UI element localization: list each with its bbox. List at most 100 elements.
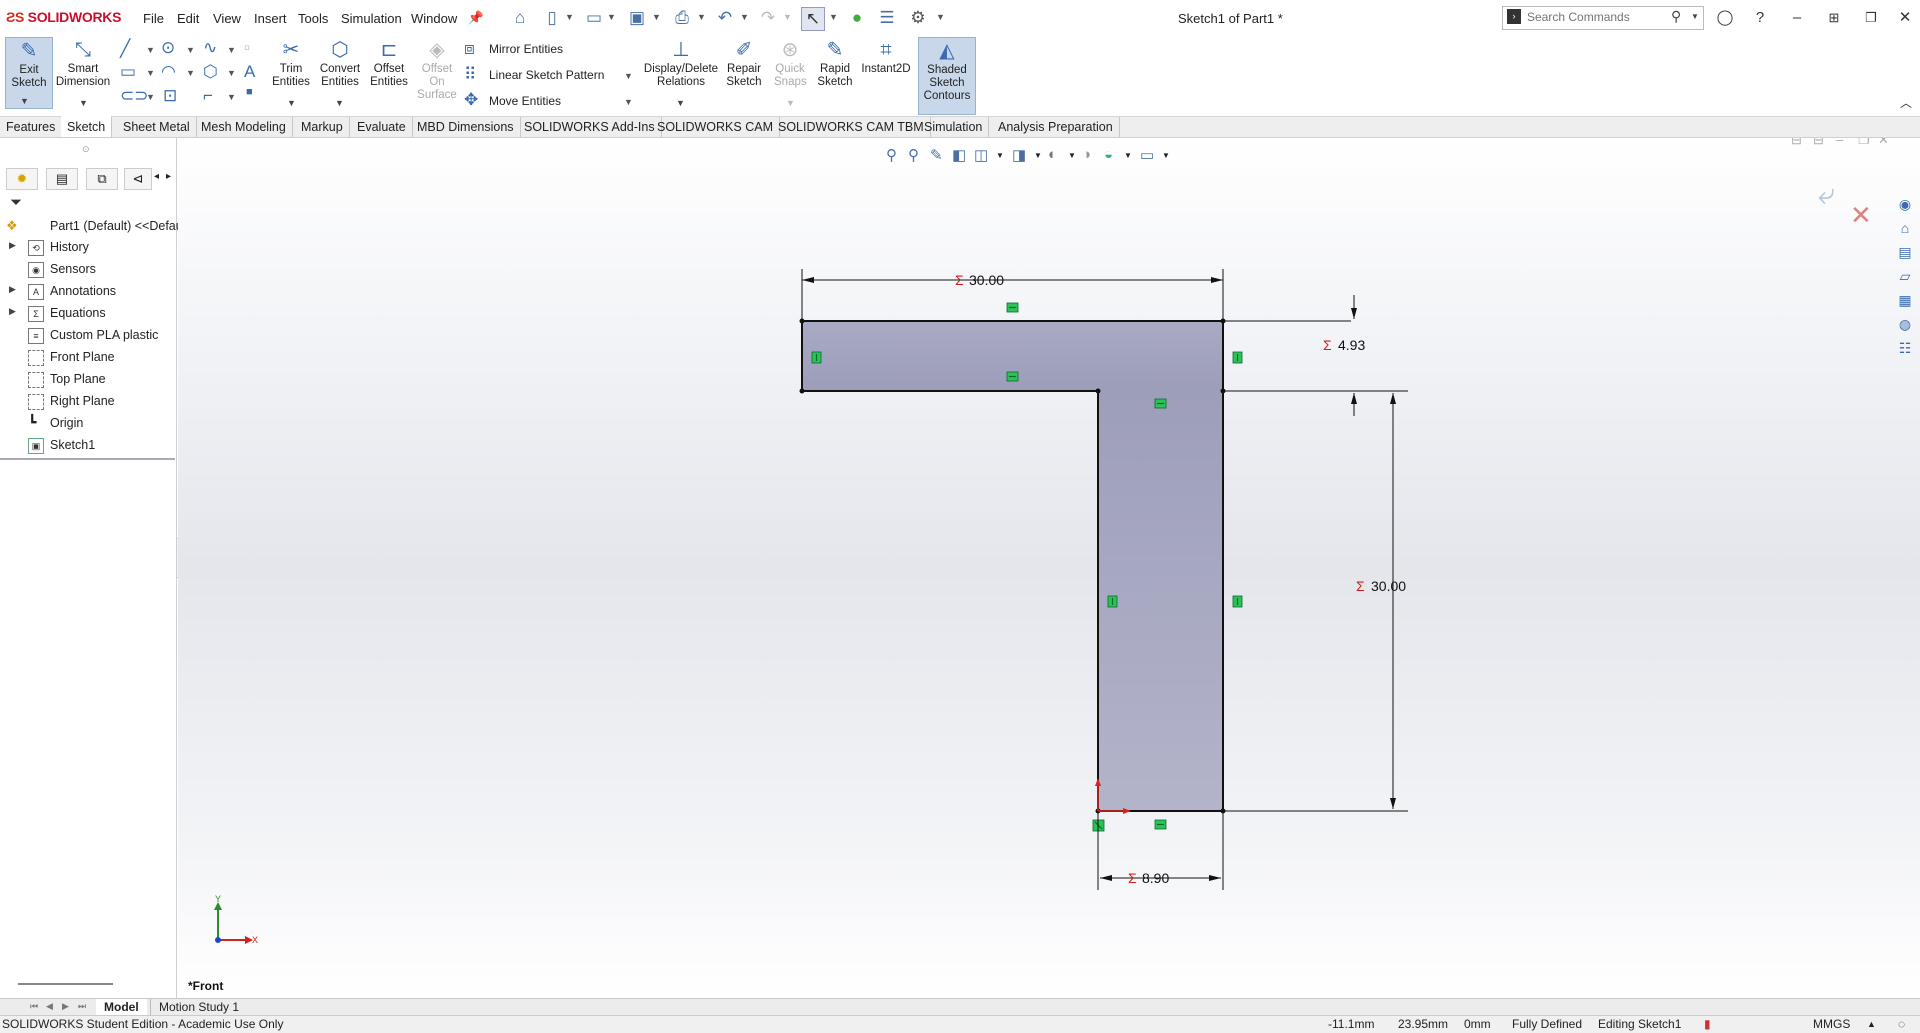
slot-icon[interactable]: ⊂⊃: [120, 86, 149, 106]
configuration-manager-tab-icon[interactable]: ⧉: [86, 168, 118, 190]
select-arrow-icon[interactable]: ↖: [801, 7, 825, 31]
menu-tools[interactable]: Tools: [298, 11, 328, 26]
tree-item-history[interactable]: History: [50, 237, 89, 257]
user-account-icon[interactable]: ◯: [1713, 8, 1737, 28]
save-dropdown-icon[interactable]: ▼: [652, 12, 661, 22]
rectangle-icon[interactable]: ▭: [120, 62, 136, 82]
exit-sketch-button[interactable]: ✎ Exit Sketch: [5, 37, 53, 109]
smart-dimension-dropdown-icon[interactable]: ▼: [79, 98, 88, 108]
menu-insert[interactable]: Insert: [254, 11, 287, 26]
close-window-icon[interactable]: ✕: [1893, 8, 1917, 28]
sketch-point[interactable]: [799, 318, 805, 324]
convert-dropdown-icon[interactable]: ▼: [335, 98, 344, 108]
tab-mbd-dimensions[interactable]: MBD Dimensions: [411, 117, 521, 137]
tree-item-equations[interactable]: Equations: [50, 303, 106, 323]
unit-system-dropdown-icon[interactable]: ▲: [1867, 1019, 1876, 1029]
new-dropdown-icon[interactable]: ▼: [565, 12, 574, 22]
sketch-point[interactable]: [1220, 318, 1226, 324]
polygon-icon[interactable]: ⬡: [203, 62, 218, 82]
menu-file[interactable]: File: [143, 11, 164, 26]
minimize-icon[interactable]: –: [1785, 8, 1809, 28]
polygon-dropdown-icon[interactable]: ▼: [227, 68, 236, 78]
pattern-dropdown-icon[interactable]: ▼: [624, 71, 633, 81]
search-input[interactable]: [1527, 10, 1677, 24]
offset-on-surface-button[interactable]: ◈ Offset On Surface: [414, 37, 460, 102]
line-icon[interactable]: ╱: [120, 39, 130, 59]
search-dropdown-icon[interactable]: ▼: [1691, 12, 1699, 21]
pin-icon[interactable]: 📌: [465, 7, 487, 29]
quick-snaps-button[interactable]: ⊛ Quick Snaps: [768, 37, 812, 89]
move-dropdown-icon[interactable]: ▼: [624, 97, 633, 107]
rebuild-indicator-icon[interactable]: ▮: [1704, 1017, 1711, 1031]
tab-solidworks-add-ins[interactable]: SOLIDWORKS Add-Ins: [518, 117, 662, 137]
property-manager-tab-icon[interactable]: ▤: [46, 168, 78, 190]
point-icon[interactable]: ⊡: [163, 86, 177, 106]
tab-analysis-preparation[interactable]: Analysis Preparation: [992, 117, 1120, 137]
smart-dimension-button[interactable]: ⤡ Smart Dimension: [53, 37, 113, 89]
tab-scroll-next-icon[interactable]: ▶: [62, 1001, 69, 1012]
panel-grip-icon[interactable]: ⊙: [82, 144, 90, 155]
print-dropdown-icon[interactable]: ▼: [697, 12, 706, 22]
dimension-web-width[interactable]: 8.90: [1142, 870, 1169, 886]
menu-simulation[interactable]: Simulation: [341, 11, 402, 26]
sketch-text-icon[interactable]: ▫: [244, 38, 250, 58]
tab-scroll-last-icon[interactable]: ⏭: [78, 1001, 86, 1012]
expand-history-icon[interactable]: ▶: [9, 240, 16, 251]
collapse-ribbon-icon[interactable]: ︿: [1900, 94, 1912, 111]
expand-annotations-icon[interactable]: ▶: [9, 284, 16, 295]
sketch-point[interactable]: [1095, 388, 1101, 394]
tab-simulation[interactable]: Simulation: [918, 117, 990, 137]
save-icon[interactable]: ▣: [626, 7, 648, 29]
tree-item-front-plane[interactable]: Front Plane: [50, 347, 115, 367]
search-box[interactable]: › ⚲ ▼: [1502, 6, 1704, 30]
tree-item-origin[interactable]: Origin: [50, 413, 83, 433]
tab-sheet-metal[interactable]: Sheet Metal: [117, 117, 197, 137]
fillet-dropdown-icon[interactable]: ▼: [227, 92, 236, 102]
undo-dropdown-icon[interactable]: ▼: [740, 12, 749, 22]
sketch-fillet-icon[interactable]: ⌐: [203, 86, 213, 106]
tree-item-top-plane[interactable]: Top Plane: [50, 369, 106, 389]
tab-scroll-first-icon[interactable]: ⏮: [30, 1001, 38, 1012]
convert-entities-button[interactable]: ⬡ Convert Entities: [316, 37, 364, 89]
open-folder-icon[interactable]: ▭: [583, 7, 605, 29]
arc-icon[interactable]: ◠: [161, 62, 176, 82]
tree-horizontal-scrollbar[interactable]: [18, 983, 113, 985]
options-dropdown-icon[interactable]: ▼: [936, 12, 945, 22]
quick-snaps-dropdown-icon[interactable]: ▼: [786, 98, 795, 108]
undo-icon[interactable]: ↶: [714, 7, 736, 29]
text-icon[interactable]: A: [244, 62, 255, 82]
tree-scroll-right-icon[interactable]: ▸: [166, 171, 171, 182]
menu-view[interactable]: View: [213, 11, 241, 26]
redo-icon[interactable]: ↷: [757, 7, 779, 29]
tree-item-sketch1[interactable]: Sketch1: [50, 435, 95, 455]
tab-evaluate[interactable]: Evaluate: [351, 117, 413, 137]
relations-dropdown-icon[interactable]: ▼: [676, 98, 685, 108]
sketch-point[interactable]: [1220, 808, 1226, 814]
arc-dropdown-icon[interactable]: ▼: [186, 68, 195, 78]
tree-item-right-plane[interactable]: Right Plane: [50, 391, 115, 411]
display-delete-relations-button[interactable]: ⊥ Display/Delete Relations: [640, 37, 722, 89]
restore-window-icon[interactable]: ❐: [1859, 8, 1883, 28]
home-icon[interactable]: ⌂: [509, 7, 531, 29]
tab-scroll-prev-icon[interactable]: ◀: [46, 1001, 53, 1012]
dimxpert-tab-icon[interactable]: ⊲: [124, 168, 152, 190]
menu-window[interactable]: Window: [411, 11, 457, 26]
help-icon[interactable]: ?: [1748, 8, 1772, 28]
new-document-icon[interactable]: ▯: [541, 7, 563, 29]
rectangle-dropdown-icon[interactable]: ▼: [146, 68, 155, 78]
trim-dropdown-icon[interactable]: ▼: [287, 98, 296, 108]
line-dropdown-icon[interactable]: ▼: [146, 45, 155, 55]
open-dropdown-icon[interactable]: ▼: [607, 12, 616, 22]
move-entities-button[interactable]: Move Entities: [489, 94, 561, 108]
tree-item-sensors[interactable]: Sensors: [50, 259, 96, 279]
rebuild-traffic-light-icon[interactable]: ●: [846, 7, 868, 29]
menu-edit[interactable]: Edit: [177, 11, 199, 26]
tab-sketch[interactable]: Sketch: [61, 115, 113, 137]
spline-dropdown-icon[interactable]: ▼: [227, 45, 236, 55]
slot-dropdown-icon[interactable]: ▼: [146, 92, 155, 102]
print-icon[interactable]: ⎙: [671, 7, 693, 29]
rollback-bar[interactable]: [0, 458, 175, 460]
tile-window-icon[interactable]: ⊞: [1822, 8, 1846, 28]
sketch-point[interactable]: [1220, 388, 1226, 394]
unit-system-button[interactable]: MMGS: [1813, 1017, 1850, 1031]
